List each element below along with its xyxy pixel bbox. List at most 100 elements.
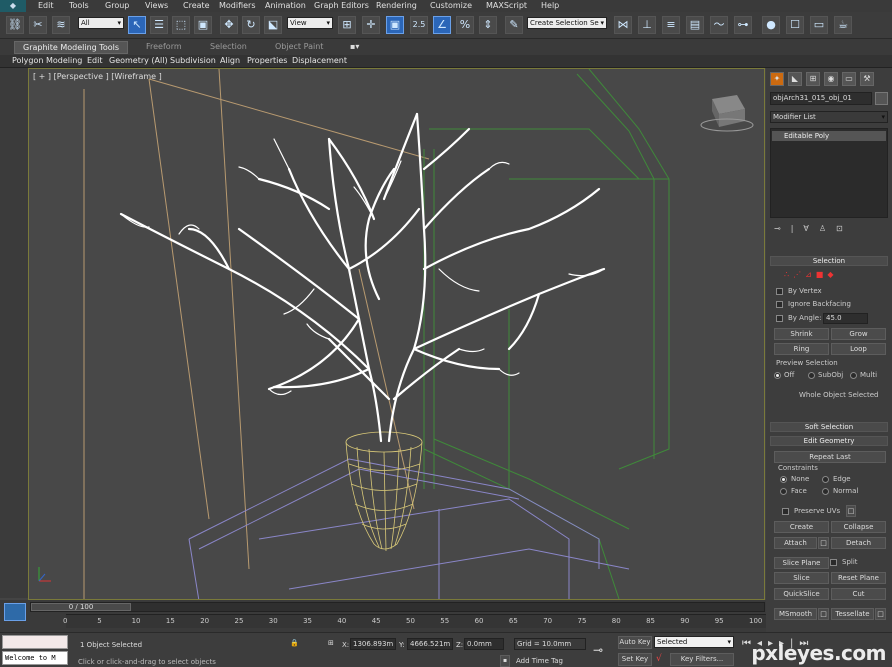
app-logo-icon[interactable]: ◆ xyxy=(0,0,26,12)
attach-settings-icon[interactable]: □ xyxy=(818,537,829,549)
select-object-icon[interactable]: ↖ xyxy=(128,16,146,34)
menu-create[interactable]: Create xyxy=(183,1,210,10)
rectangular-selection-icon[interactable]: ⬚ xyxy=(172,16,190,34)
curve-editor-icon[interactable]: 〜 xyxy=(710,16,728,34)
z-coordinate-field[interactable]: 0.0mm xyxy=(464,638,504,650)
graphite-toggle-icon[interactable]: ▤ xyxy=(686,16,704,34)
render-production-icon[interactable]: ☕ xyxy=(834,16,852,34)
msmooth-button[interactable]: MSmooth xyxy=(774,608,817,620)
y-coordinate-field[interactable]: 4666.521m xyxy=(407,638,453,650)
bind-space-warp-icon[interactable]: ≋ xyxy=(52,16,70,34)
soft-selection-rollout-header[interactable]: Soft Selection xyxy=(770,422,888,432)
select-rotate-icon[interactable]: ↻ xyxy=(242,16,260,34)
render-setup-icon[interactable]: ☐ xyxy=(786,16,804,34)
subobject-level-icons[interactable]: ∴⋰⊿■◆ xyxy=(784,270,838,279)
loop-button[interactable]: Loop xyxy=(831,343,886,355)
tab-object-paint[interactable]: Object Paint xyxy=(275,42,323,51)
ring-button[interactable]: Ring xyxy=(774,343,829,355)
key-filters-button[interactable]: Key Filters... xyxy=(670,653,734,666)
add-time-tag-icon[interactable]: ▪ xyxy=(500,655,510,667)
msmooth-settings-icon[interactable]: □ xyxy=(818,608,829,620)
tab-graphite-modeling-tools[interactable]: Graphite Modeling Tools xyxy=(14,41,129,54)
shrink-button[interactable]: Shrink xyxy=(774,328,829,340)
key-mode-dropdown[interactable]: Selected xyxy=(654,636,734,648)
utilities-tab-icon[interactable]: ⚒ xyxy=(860,72,874,86)
time-slider-track[interactable]: 0 / 100 xyxy=(30,602,765,612)
select-manipulate-icon[interactable]: ✛ xyxy=(362,16,380,34)
preview-subobj-radio[interactable] xyxy=(808,372,815,379)
menu-views[interactable]: Views xyxy=(145,1,168,10)
perspective-viewport[interactable]: [ + ] [Perspective ] [Wireframe ] xyxy=(28,68,765,600)
schematic-view-icon[interactable]: ⊶ xyxy=(734,16,752,34)
link-icon[interactable]: ⛓ xyxy=(6,16,24,34)
quickslice-button[interactable]: QuickSlice xyxy=(774,588,829,600)
cut-button[interactable]: Cut xyxy=(831,588,886,600)
hierarchy-tab-icon[interactable]: ⊞ xyxy=(806,72,820,86)
by-angle-checkbox[interactable] xyxy=(776,315,783,322)
auto-key-button[interactable]: Auto Key xyxy=(618,636,652,649)
window-crossing-icon[interactable]: ▣ xyxy=(194,16,212,34)
spinner-snap-icon[interactable]: ⇕ xyxy=(479,16,497,34)
mini-curve-editor-icon[interactable] xyxy=(4,603,26,621)
preserve-uvs-checkbox[interactable] xyxy=(782,508,789,515)
ribbon-options-icon[interactable]: ▪▾ xyxy=(350,42,359,51)
rendered-frame-window-icon[interactable]: ▭ xyxy=(810,16,828,34)
create-tab-icon[interactable]: ✦ xyxy=(770,72,784,86)
named-selection-dropdown[interactable]: Create Selection Se xyxy=(527,17,607,29)
select-scale-icon[interactable]: ⬕ xyxy=(264,16,282,34)
set-key-button[interactable]: Set Key xyxy=(618,653,652,666)
ignore-backfacing-checkbox[interactable] xyxy=(776,301,783,308)
subtab-displacement[interactable]: Displacement xyxy=(292,56,347,65)
tab-freeform[interactable]: Freeform xyxy=(146,42,182,51)
preview-multi-radio[interactable] xyxy=(850,372,857,379)
lock-icon[interactable]: 🔒 xyxy=(290,639,299,647)
edit-geometry-rollout-header[interactable]: Edit Geometry xyxy=(770,436,888,446)
reset-plane-button[interactable]: Reset Plane xyxy=(831,572,886,584)
menu-edit[interactable]: Edit xyxy=(38,1,54,10)
attach-button[interactable]: Attach xyxy=(774,537,817,549)
maxscript-listener[interactable]: Welcome to M xyxy=(2,651,68,665)
default-tangent-icon[interactable]: √ xyxy=(656,654,662,664)
grow-button[interactable]: Grow xyxy=(831,328,886,340)
tab-selection[interactable]: Selection xyxy=(210,42,247,51)
keyboard-shortcut-toggle-icon[interactable]: ▣ xyxy=(386,16,404,34)
detach-button[interactable]: Detach xyxy=(831,537,886,549)
time-slider-thumb[interactable]: 0 / 100 xyxy=(31,603,131,611)
constraint-edge-radio[interactable] xyxy=(822,476,829,483)
menu-tools[interactable]: Tools xyxy=(69,1,89,10)
viewcube[interactable] xyxy=(700,95,754,132)
layer-manager-icon[interactable]: ≡ xyxy=(662,16,680,34)
constraint-face-radio[interactable] xyxy=(780,488,787,495)
subtab-subdivision[interactable]: Subdivision xyxy=(170,56,216,65)
menu-modifiers[interactable]: Modifiers xyxy=(219,1,256,10)
unlink-icon[interactable]: ✂ xyxy=(29,16,47,34)
percent-snap-icon[interactable]: % xyxy=(456,16,474,34)
pivot-center-icon[interactable]: ⊞ xyxy=(338,16,356,34)
constraint-normal-radio[interactable] xyxy=(822,488,829,495)
mirror-icon[interactable]: ⋈ xyxy=(614,16,632,34)
maxscript-mini-listener[interactable] xyxy=(2,635,68,649)
repeat-last-button[interactable]: Repeat Last xyxy=(774,451,886,463)
subtab-geometry-all[interactable]: Geometry (All) xyxy=(109,56,168,65)
snaps-toggle-icon[interactable]: 2.5 xyxy=(410,16,428,34)
selection-filter-dropdown[interactable]: All xyxy=(78,17,124,29)
preserve-uvs-settings-icon[interactable]: □ xyxy=(846,505,856,517)
create-button[interactable]: Create xyxy=(774,521,829,533)
absolute-mode-icon[interactable]: ⊞ xyxy=(328,639,334,647)
material-editor-icon[interactable]: ● xyxy=(762,16,780,34)
display-tab-icon[interactable]: ▭ xyxy=(842,72,856,86)
align-icon[interactable]: ⊥ xyxy=(638,16,656,34)
object-color-swatch[interactable] xyxy=(875,92,888,105)
tessellate-settings-icon[interactable]: □ xyxy=(875,608,886,620)
reference-coordinate-dropdown[interactable]: View xyxy=(287,17,333,29)
slice-plane-button[interactable]: Slice Plane xyxy=(774,557,829,569)
object-name-field[interactable]: objArch31_015_obj_01 xyxy=(770,92,872,105)
slice-button[interactable]: Slice xyxy=(774,572,829,584)
menu-graph-editors[interactable]: Graph Editors xyxy=(314,1,369,10)
menu-maxscript[interactable]: MAXScript xyxy=(486,1,527,10)
edit-named-selection-icon[interactable]: ✎ xyxy=(505,16,523,34)
x-coordinate-field[interactable]: 1306.893m xyxy=(350,638,396,650)
menu-animation[interactable]: Animation xyxy=(265,1,306,10)
split-checkbox[interactable] xyxy=(830,559,837,566)
timeline-ruler[interactable]: 0 5 10 15 20 25 30 35 40 45 50 55 60 65 70 75 80 85 90 95 10… xyxy=(63,614,766,628)
